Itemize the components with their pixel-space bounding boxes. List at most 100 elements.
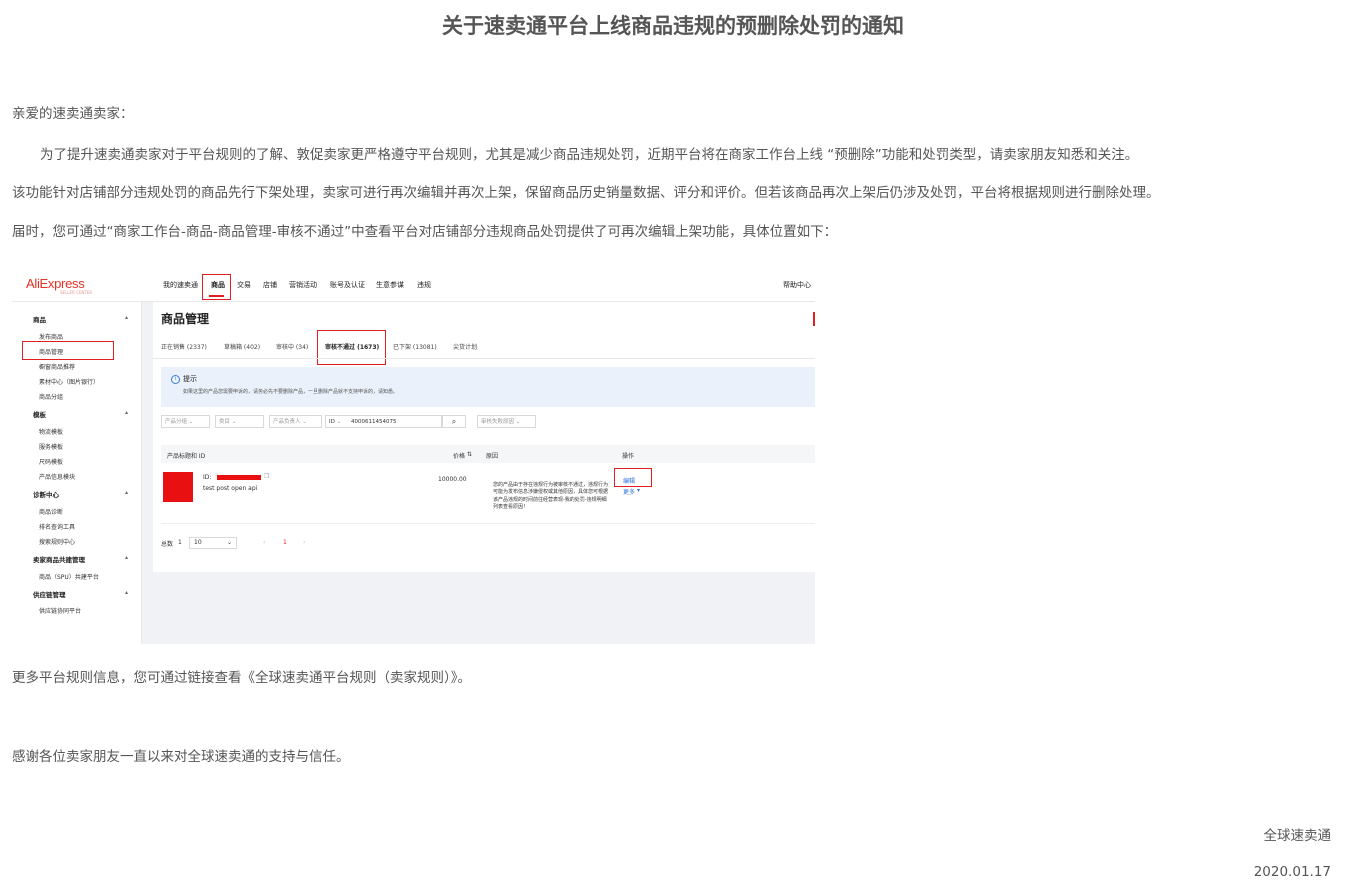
redacted-thumbnail [163, 472, 193, 502]
paragraph-3: 届时，您可通过“商家工作台-商品-商品管理-审核不通过”中查看平台对店铺部分违规… [12, 224, 838, 240]
sidebar-item-search-rules[interactable]: 搜索规则中心 [39, 537, 75, 546]
chevron-down-icon: ⌄ [336, 419, 342, 425]
tip-box: i 提示 如果这里的产品您需要申诉的，请务必先不要删除产品，一旦删除产品就不支持… [161, 367, 815, 407]
filter-category-select[interactable]: 类目 ⌄ [215, 415, 264, 428]
tabs-divider [153, 358, 815, 359]
nav-business-advisor[interactable]: 生意参谋 [376, 280, 404, 290]
nav-account[interactable]: 账号及认证 [330, 280, 365, 290]
edge-highlight [813, 312, 815, 326]
sidebar-item-publish[interactable]: 发布商品 [39, 332, 63, 341]
filter-group-select[interactable]: 产品分组 ⌄ [161, 415, 210, 428]
chevron-down-icon: ⌄ [515, 419, 521, 425]
pager-total-label: 总数 [161, 541, 174, 548]
product-id-label: ID: [203, 474, 212, 481]
search-button[interactable]: ⌕ [442, 415, 466, 428]
product-title[interactable]: test post open api [203, 485, 257, 492]
caret-down-icon[interactable]: ▾ [637, 487, 640, 494]
filter-owner-label: 产品负责人 [273, 419, 301, 425]
sidebar-item-groups[interactable]: 商品分组 [39, 392, 63, 401]
highlight-rejected-tab [317, 330, 386, 365]
caret-up-icon[interactable]: ▴ [125, 554, 128, 561]
notice-date: 2020.01.17 [1253, 864, 1331, 880]
embedded-screenshot: AliExpress SELLER CENTER 我的速卖通 商品 交易 店铺 … [12, 259, 815, 644]
caret-up-icon[interactable]: ▴ [125, 489, 128, 496]
th-price[interactable]: 价格 [453, 451, 465, 460]
seller-topbar: AliExpress SELLER CENTER 我的速卖通 商品 交易 店铺 … [12, 259, 815, 302]
prev-page-icon[interactable]: ‹ [263, 539, 265, 546]
highlight-edit [614, 468, 652, 487]
paragraph-rules-link: 更多平台规则信息，您可通过链接查看《全球速卖通平台规则（卖家规则）》。 [12, 670, 471, 686]
tab-drafts[interactable]: 草稿箱 (402) [224, 342, 260, 351]
sidebar-item-info-module[interactable]: 产品信息模块 [39, 472, 75, 481]
sidebar-item-product-diagnosis[interactable]: 商品诊断 [39, 507, 63, 516]
table-row: ID: ❐ test post open api 10000.00 您的产品由于… [161, 463, 815, 524]
nav-violations[interactable]: 违规 [417, 280, 431, 290]
sidebar-item-media[interactable]: 素材中心（图片银行） [39, 377, 99, 386]
current-page[interactable]: 1 [283, 539, 287, 546]
sidebar-section-templates[interactable]: 模板 [33, 409, 46, 419]
sidebar-item-service-template[interactable]: 服务模板 [39, 442, 63, 451]
filter-group-label: 产品分组 [165, 419, 188, 425]
filter-id-label: ID [329, 419, 335, 425]
tip-title: 提示 [183, 375, 197, 383]
chevron-down-icon: ⌄ [231, 419, 237, 425]
nav-marketing[interactable]: 营销活动 [289, 280, 317, 290]
sidebar-item-spu-platform[interactable]: 商品（SPU）共建平台 [39, 572, 99, 581]
signature: 全球速卖通 [1263, 828, 1332, 844]
paragraph-2: 该功能针对店铺部分违规处罚的商品先行下架处理，卖家可进行再次编辑并再次上架，保留… [12, 185, 1160, 201]
chevron-down-icon: ⌄ [188, 419, 194, 425]
search-icon: ⌕ [451, 417, 457, 426]
sidebar-section-diagnosis[interactable]: 诊断中心 [33, 489, 59, 499]
tab-on-sale[interactable]: 正在销售 (2337) [161, 342, 207, 351]
filter-reason-label: 审核失败原因 [481, 419, 515, 425]
product-manage-panel: 商品管理 正在销售 (2337) 草稿箱 (402) 审核中 (34) 审核不通… [153, 302, 815, 572]
redacted-id [217, 475, 261, 480]
product-price: 10000.00 [438, 476, 467, 483]
sidebar-item-size-template[interactable]: 尺码模板 [39, 457, 63, 466]
sidebar-section-spu[interactable]: 卖家商品共建管理 [33, 554, 85, 564]
caret-up-icon[interactable]: ▴ [125, 589, 128, 596]
greeting: 亲爱的速卖通卖家： [12, 106, 134, 122]
info-icon: i [171, 375, 180, 384]
nav-my-aliexpress[interactable]: 我的速卖通 [163, 280, 198, 290]
page-size-select[interactable]: 10 ⌄ [189, 537, 237, 549]
highlight-product-manage [22, 341, 114, 360]
chevron-down-icon: ⌄ [226, 539, 232, 546]
tip-text: 如果这里的产品您需要申诉的，请务必先不要删除产品，一旦删除产品就不支持申诉的，请… [183, 389, 399, 395]
sidebar-item-showcase[interactable]: 橱窗商品推荐 [39, 362, 75, 371]
tab-reviewing[interactable]: 审核中 (34) [276, 342, 308, 351]
filter-reason-select[interactable]: 审核失败原因 ⌄ [477, 415, 536, 428]
sidebar-item-shipping-template[interactable]: 物流模板 [39, 427, 63, 436]
next-page-icon[interactable]: › [303, 539, 305, 546]
tab-hot-plan[interactable]: 尖货计划 [453, 342, 477, 351]
sidebar-item-supply-platform[interactable]: 供应链协同平台 [39, 606, 81, 615]
th-reason: 原因 [486, 453, 499, 460]
copy-icon[interactable]: ❐ [264, 473, 269, 480]
filter-id-input[interactable]: ID ⌄ 4000611454075 [325, 415, 442, 428]
reject-reason: 您的产品由于存在违规行为被审核不通过，违规行为可能为发布信息涉嫌侵权或其他原因，… [493, 482, 609, 510]
nav-orders[interactable]: 交易 [237, 280, 251, 290]
page-title: 关于速卖通平台上线商品违规的预删除处罚的通知 [442, 14, 904, 38]
logo-subtitle: SELLER CENTER [60, 290, 93, 295]
th-actions: 操作 [622, 453, 635, 460]
filter-owner-select[interactable]: 产品负责人 ⌄ [269, 415, 322, 428]
sidebar-section-supply-chain[interactable]: 供应链管理 [33, 589, 66, 599]
caret-up-icon[interactable]: ▴ [125, 314, 128, 321]
th-title-id: 产品标题和 ID [167, 453, 206, 460]
caret-up-icon[interactable]: ▴ [125, 409, 128, 416]
paragraph-1: 为了提升速卖通卖家对于平台规则的了解、敦促卖家更严格遵守平台规则，尤其是减少商品… [40, 147, 1139, 163]
page-size-value: 10 [194, 539, 202, 546]
sort-icon[interactable]: ⇅ [467, 451, 472, 458]
nav-store[interactable]: 店铺 [263, 280, 277, 290]
tab-offline[interactable]: 已下架 (13081) [393, 342, 437, 351]
sidebar-section-products[interactable]: 商品 [33, 314, 46, 324]
filter-id-value: 4000611454075 [350, 419, 397, 425]
table-header: 产品标题和 ID 价格 ⇅ 原因 操作 [161, 445, 815, 463]
pager-total: 1 [178, 539, 182, 546]
seller-sidebar: 商品 ▴ 发布商品 商品管理 橱窗商品推荐 素材中心（图片银行） 商品分组 模板… [12, 302, 142, 644]
more-link[interactable]: 更多 [623, 487, 635, 496]
aliexpress-logo: AliExpress [26, 276, 85, 291]
sidebar-item-rank-tool[interactable]: 排名查询工具 [39, 522, 75, 531]
help-center-link[interactable]: 帮助中心 [783, 280, 811, 290]
active-nav-underline [209, 295, 224, 297]
